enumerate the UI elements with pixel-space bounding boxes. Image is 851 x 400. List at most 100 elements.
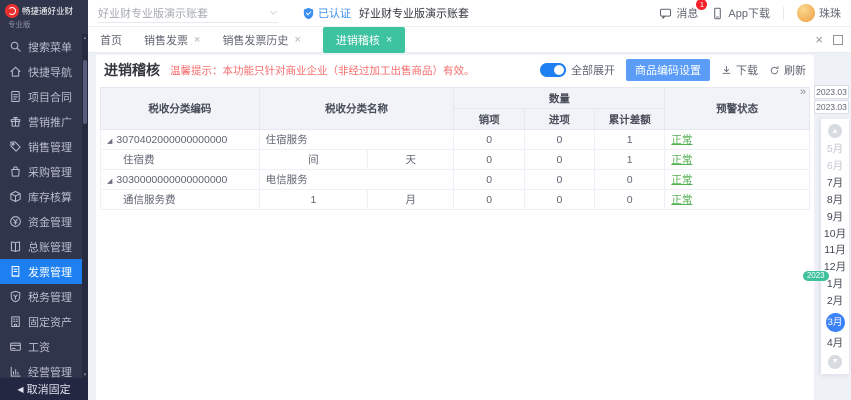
table-row-child[interactable]: 住宿费 间 天 0 0 1 正常 xyxy=(101,150,810,170)
user-name: 珠珠 xyxy=(819,5,841,21)
month-item[interactable]: 9月 xyxy=(827,212,843,223)
months-scroll-up-button[interactable]: ▲ xyxy=(828,124,842,138)
col-header-purchase-in[interactable]: 进项 xyxy=(524,109,594,130)
certified-badge[interactable]: 已认证 xyxy=(302,5,351,21)
period-from-input[interactable]: 2023.03 xyxy=(814,85,849,99)
tab-purchase-sales-audit[interactable]: 进销稽核 × xyxy=(323,27,405,53)
sidebar-item-label: 营销推广 xyxy=(28,114,72,130)
status-cell: 正常 xyxy=(665,130,810,150)
month-item[interactable]: 7月 xyxy=(827,178,843,189)
sidebar-item-general-ledger[interactable]: 总账管理 xyxy=(0,234,82,259)
month-item[interactable]: 8月 xyxy=(827,195,843,206)
close-icon[interactable]: × xyxy=(194,34,200,46)
product-code-settings-button[interactable]: 商品编码设置 xyxy=(626,59,710,81)
sidebar-item-label: 项目合同 xyxy=(28,89,72,105)
month-item[interactable]: 6月 xyxy=(827,161,843,172)
month-item[interactable]: 11月 xyxy=(824,245,845,256)
col-header-tax-code[interactable]: 税收分类编码 xyxy=(101,88,260,130)
unpin-sidebar-button[interactable]: ◀ 取消固定 xyxy=(0,378,88,400)
sidebar-item-label: 经营管理 xyxy=(28,364,72,379)
fullscreen-icon[interactable] xyxy=(833,35,843,45)
sidebar-item-sales-mgmt[interactable]: 销售管理 xyxy=(0,134,82,159)
sidebar-item-payroll[interactable]: 工资 xyxy=(0,334,82,359)
col-header-status[interactable]: 预警状态 xyxy=(665,88,810,130)
month-item-selected[interactable]: 3月 xyxy=(826,313,845,332)
sidebar-item-business-mgmt[interactable]: 经营管理 xyxy=(0,359,82,378)
status-link[interactable]: 正常 xyxy=(671,134,692,146)
scroll-up-icon[interactable]: ▲ xyxy=(82,35,88,40)
table-row-parent[interactable]: ◢3030000000000000000 电信服务 0 0 0 正常 xyxy=(101,170,810,190)
download-label: 下载 xyxy=(736,62,758,78)
sidebar-item-inventory-accounting[interactable]: 库存核算 xyxy=(0,184,82,209)
month-item[interactable]: 10月 xyxy=(824,229,846,240)
month-item[interactable]: 12月 xyxy=(824,262,846,273)
expander-icon[interactable]: ◢ xyxy=(107,178,112,185)
sidebar-item-fixed-assets[interactable]: 固定资产 xyxy=(0,309,82,334)
table-row-child[interactable]: 通信服务费 1 月 0 0 0 正常 xyxy=(101,190,810,210)
status-link[interactable]: 正常 xyxy=(671,154,692,166)
sidebar-item-purchase-mgmt[interactable]: 采购管理 xyxy=(0,159,82,184)
download-button[interactable]: 下载 xyxy=(721,62,758,78)
tab-bar: 首页 销售发票 × 销售发票历史 × 进销稽核 × × xyxy=(88,27,851,53)
scroll-down-icon[interactable]: ▼ xyxy=(82,372,88,377)
close-icon[interactable]: × xyxy=(815,32,823,47)
download-icon xyxy=(721,65,732,76)
message-count-badge: 1 xyxy=(696,0,707,10)
phone-icon xyxy=(711,7,724,20)
status-link[interactable]: 正常 xyxy=(671,174,692,186)
scrollbar-thumb[interactable] xyxy=(83,60,87,124)
unit2-cell: 天 xyxy=(368,150,454,170)
close-icon[interactable]: × xyxy=(386,34,392,46)
tab-home[interactable]: 首页 xyxy=(100,27,122,53)
sidebar-item-invoice-mgmt[interactable]: 发票管理 xyxy=(0,259,82,284)
month-item[interactable]: 4月 xyxy=(827,338,843,349)
sidebar-scrollbar[interactable]: ▲ ▼ xyxy=(82,34,88,378)
sales-out-cell: 0 xyxy=(454,170,524,190)
period-to-input[interactable]: 2023.03 xyxy=(814,100,849,114)
sidebar-item-marketing[interactable]: 营销推广 xyxy=(0,109,82,134)
purchase-in-cell: 0 xyxy=(524,130,594,150)
month-item[interactable]: 2月 xyxy=(827,296,843,307)
expand-all-toggle[interactable] xyxy=(540,63,566,77)
sidebar-item-search-menu[interactable]: 搜索菜单 xyxy=(0,34,82,59)
close-icon[interactable]: × xyxy=(294,34,300,46)
status-link[interactable]: 正常 xyxy=(671,194,692,206)
refresh-button[interactable]: 刷新 xyxy=(769,62,806,78)
tab-label: 首页 xyxy=(100,32,122,48)
col-header-sales-out[interactable]: 销项 xyxy=(454,109,524,130)
account-set-value: 好业财专业版演示账套 xyxy=(98,5,208,21)
app-download-button[interactable]: App下载 xyxy=(711,5,770,21)
brand: 畅捷通好业财 专业版 xyxy=(0,0,88,34)
sidebar-item-project-contract[interactable]: 项目合同 xyxy=(0,84,82,109)
months-scroll-down-button[interactable]: ▼ xyxy=(828,355,842,369)
avatar[interactable] xyxy=(797,4,815,22)
shield-check-icon xyxy=(302,7,315,20)
messages-button[interactable]: 消息 1 xyxy=(659,5,698,21)
account-name: 好业财专业版演示账套 xyxy=(359,5,469,21)
col-header-cum-diff[interactable]: 累计差额 xyxy=(595,109,665,130)
sidebar-item-funds-mgmt[interactable]: 资金管理 xyxy=(0,209,82,234)
refresh-icon xyxy=(769,65,780,76)
tab-sales-invoice[interactable]: 销售发票 × xyxy=(144,27,200,53)
sidebar-item-tax-mgmt[interactable]: 税务管理 xyxy=(0,284,82,309)
certified-label: 已认证 xyxy=(318,5,351,21)
tax-name-cell: 住宿服务 xyxy=(259,130,454,150)
account-set-select[interactable]: 好业财专业版演示账套 xyxy=(98,3,278,23)
sidebar-item-quick-nav[interactable]: 快捷导航 xyxy=(0,59,82,84)
sidebar-item-label: 搜索菜单 xyxy=(28,39,72,55)
item-name-cell: 住宿费 xyxy=(101,150,260,170)
month-item-with-year[interactable]: 2023 1月 xyxy=(827,279,843,290)
month-picker-panel: ▲ 5月 6月 7月 8月 9月 10月 11月 12月 2023 1月 2月 … xyxy=(821,119,849,374)
unit1-cell: 1 xyxy=(259,190,367,210)
user-menu[interactable]: 珠珠 xyxy=(797,4,841,22)
divider xyxy=(783,7,784,20)
content-area: 进销稽核 温馨提示：本功能只针对商业企业（非经过加工出售商品）有效。 全部展开 … xyxy=(88,53,851,400)
tab-label: 进销稽核 xyxy=(336,32,380,48)
month-item[interactable]: 5月 xyxy=(827,144,843,155)
table-row-parent[interactable]: ◢3070402000000000000 住宿服务 0 0 1 正常 xyxy=(101,130,810,150)
panel-collapse-icon[interactable]: » xyxy=(800,86,806,98)
tab-sales-invoice-history[interactable]: 销售发票历史 × xyxy=(222,27,300,53)
expander-icon[interactable]: ◢ xyxy=(107,138,112,145)
col-header-tax-name[interactable]: 税收分类名称 xyxy=(259,88,454,130)
purchase-in-cell: 0 xyxy=(524,170,594,190)
